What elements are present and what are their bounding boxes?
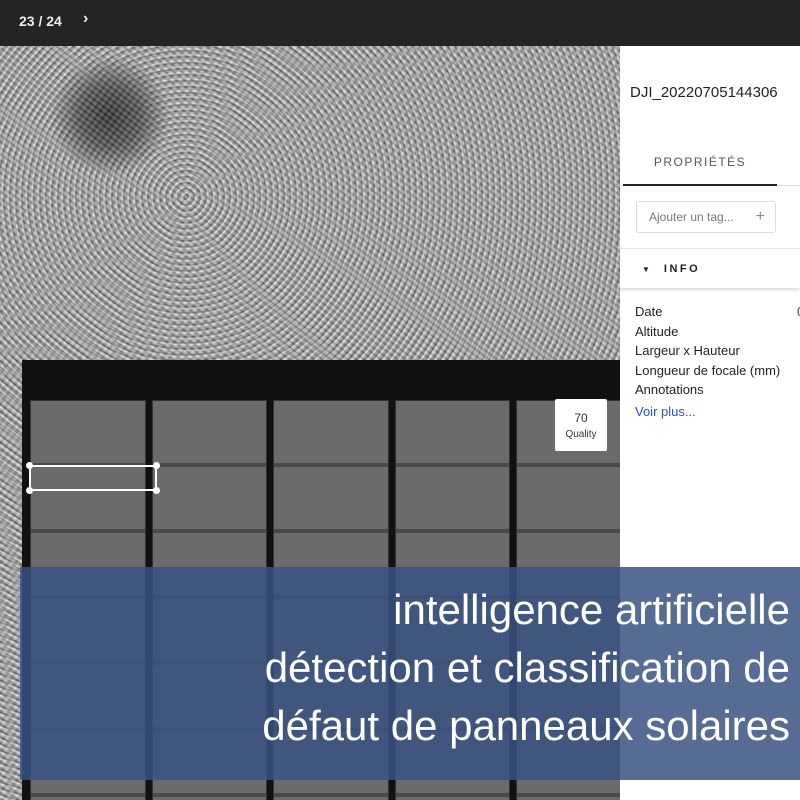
caret-down-icon: ▼	[642, 265, 650, 274]
property-row: Longueur de focale (mm)	[635, 361, 800, 381]
property-row: Annotations	[635, 380, 800, 400]
resize-handle[interactable]	[26, 487, 33, 494]
info-properties: Date0 Altitude Largeur x Hauteur Longueu…	[635, 302, 800, 421]
property-label: Longueur de focale (mm)	[635, 362, 781, 378]
chevron-right-icon[interactable]: ›	[83, 10, 88, 28]
property-label: Altitude	[635, 323, 679, 339]
caption-line: intelligence artificielle	[393, 586, 790, 633]
quality-badge: 70 Quality	[555, 399, 607, 451]
property-label: Date	[635, 304, 663, 319]
add-tag-input[interactable]: Ajouter un tag... +	[636, 201, 776, 233]
tab-divider	[777, 185, 800, 186]
plus-icon[interactable]: +	[756, 202, 765, 232]
image-counter: 23 / 24	[19, 13, 62, 29]
property-row: Altitude	[635, 322, 800, 342]
resize-handle[interactable]	[153, 487, 160, 494]
info-section-toggle[interactable]: ▼ INFO	[620, 248, 800, 288]
file-name: DJI_20220705144306	[630, 84, 778, 101]
tab-proprietes[interactable]: PROPRIÉTÉS	[623, 142, 777, 186]
resize-handle[interactable]	[26, 462, 33, 469]
voir-plus-link[interactable]: Voir plus...	[635, 402, 800, 422]
info-header: INFO	[663, 263, 701, 275]
tag-placeholder: Ajouter un tag...	[649, 210, 734, 224]
property-row: Largeur x Hauteur	[635, 341, 800, 361]
quality-label: Quality	[565, 429, 597, 440]
property-row: Date0	[635, 302, 800, 322]
top-bar: 23 / 24 ›	[0, 0, 800, 46]
resize-handle[interactable]	[153, 462, 160, 469]
property-label: Largeur x Hauteur	[635, 343, 740, 358]
caption-overlay: intelligence artificielle détection et c…	[20, 567, 800, 780]
caption-line: défaut de panneaux solaires	[262, 702, 790, 749]
quality-value: 70	[574, 411, 588, 425]
property-label: Annotations	[635, 382, 704, 397]
caption-line: détection et classification de	[264, 644, 790, 691]
annotation-bounding-box[interactable]	[29, 465, 157, 491]
